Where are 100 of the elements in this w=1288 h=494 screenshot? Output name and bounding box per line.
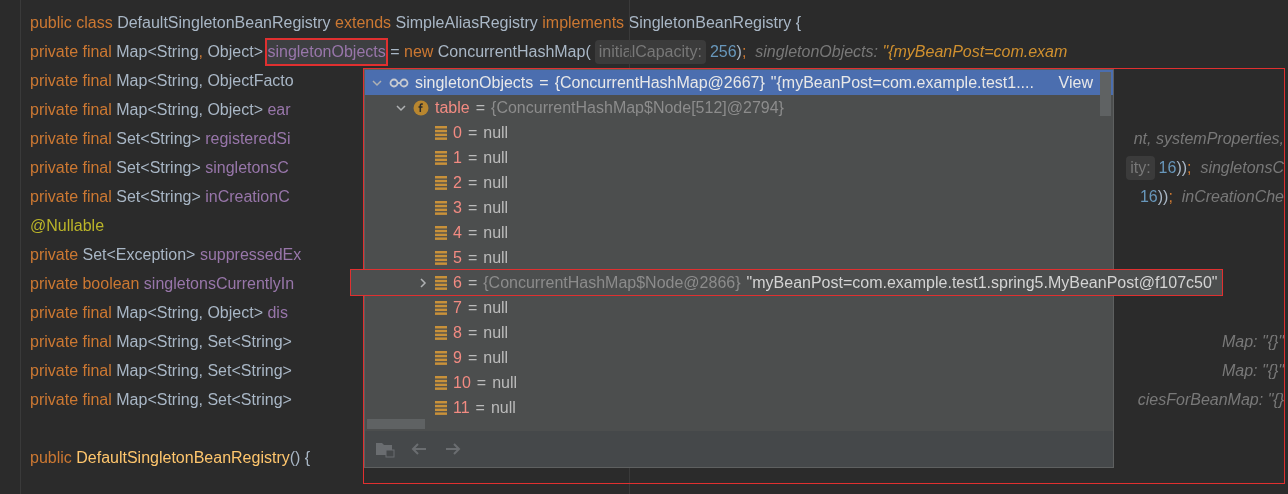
inline-value: "{myBeanPost=com.exam [882,41,1068,62]
array-element-icon [435,375,447,390]
tree-row[interactable]: 11 = null [365,395,1113,420]
equals-sign: = [475,397,485,418]
code-token: Map<String, ObjectFacto [116,70,294,91]
variable-value: null [483,247,509,268]
equals-sign: = [467,147,478,168]
code-token: 256 [709,41,737,62]
code-token: ; [741,41,748,62]
variable-name: 6 [453,272,462,293]
variable-name: 4 [453,222,462,243]
scrollbar-thumb[interactable] [1100,72,1111,116]
code-token: DefaultSingletonBeanRegistry [76,447,290,468]
equals-sign: = [467,172,478,193]
code-token: private final [30,128,113,149]
array-element-icon [435,275,447,290]
tree-row[interactable]: 2 = null [365,170,1113,195]
variable-name: 3 [453,197,462,218]
code-token: private final [30,99,113,120]
variable-value: null [490,397,516,418]
array-element-icon [435,175,447,190]
inline-value: ciesForBeanMap: "{} [1137,389,1284,410]
code-token: Set<String> [116,157,202,178]
equals-sign: = [476,372,487,393]
code-token: Map<String [116,41,199,62]
inline-value: Map: "{}" [1221,331,1284,352]
variable-value: null [483,222,509,243]
code-token: private final [30,157,113,178]
tree-row[interactable]: singletonObjects = {ConcurrentHashMap@2667} "{myBeanPost=com.example.test1.... View [365,70,1113,95]
code-token: SimpleAliasRegistry [395,12,539,33]
array-element-icon [435,350,447,365]
tree-row[interactable]: 3 = null [365,195,1113,220]
code-token: DefaultSingletonBeanRegistry [117,12,332,33]
highlighted-variable: singletonObjects [267,39,386,64]
code-token: private final [30,70,113,91]
tree-row[interactable]: 1 = null [365,145,1113,170]
code-token: private final [30,360,113,381]
equals-sign: = [467,197,478,218]
code-token: @Nullable [30,215,105,236]
inline-value: inCreationChe [1181,186,1284,207]
code-token: )) [1157,186,1169,207]
variable-name: singletonObjects [415,72,534,93]
variable-name: 7 [453,297,462,318]
inline-value: singletonsC [1200,157,1284,178]
code-token: suppressedEx [199,244,302,265]
tree-row[interactable]: 7 = null [365,295,1113,320]
tree-row[interactable]: table = {ConcurrentHashMap$Node[512]@2794} [365,95,1113,120]
variable-value: null [483,172,509,193]
code-token: singletonsCurrentlyIn [143,273,295,294]
code-token: ; [1168,186,1174,207]
variable-value: null [483,347,509,368]
tree-row[interactable]: 4 = null [365,220,1113,245]
chevron-right-icon[interactable] [417,276,429,289]
code-token: Set<String> [116,186,202,207]
code-token: public class [30,12,114,33]
code-token: public [30,447,73,468]
tree-row[interactable]: 6 = {ConcurrentHashMap$Node@2866} "myBeanPost=com.example.test1.spring5.MyBeanPost@f107c50" [351,270,1222,295]
equals-sign: = [467,222,478,243]
variable-name: 10 [453,372,471,393]
array-element-icon [435,125,447,140]
code-token: Object> [207,41,264,62]
array-element-icon [435,225,447,240]
array-element-icon [435,400,447,415]
string-value: "myBeanPost=com.example.test1.spring5.MyBeanPost@f107c50" [746,272,1218,293]
equals-sign: = [467,297,478,318]
variable-value: null [483,322,509,343]
variable-value: null [483,297,509,318]
code-token: 16 [1158,157,1177,178]
equals-sign: = [467,122,478,143]
view-link[interactable]: View [1058,70,1093,95]
code-token: , [198,41,204,62]
code-token: inCreationC [205,186,290,207]
variable-name: 9 [453,347,462,368]
tree-row[interactable]: 9 = null [365,345,1113,370]
code-token: Map<String, Set<String> [116,331,292,352]
code-token: singletonsC [205,157,289,178]
variable-value: null [483,147,509,168]
code-token: = [389,41,401,62]
code-token: private final [30,302,113,323]
code-token: registeredSi [205,128,291,149]
equals-sign: = [467,322,478,343]
code-token: new [404,41,435,62]
code-token: Set<Exception> [82,244,197,265]
code-token: ; [1187,157,1193,178]
equals-sign: = [467,347,478,368]
inline-value: singletonObjects: [755,41,879,62]
tree-row[interactable]: 0 = null [365,120,1113,145]
code-token: implements [542,12,626,33]
tree-row[interactable]: 10 = null [365,370,1113,395]
code-token: 16 [1139,186,1158,207]
tree-row[interactable]: 5 = null [365,245,1113,270]
glasses-icon [389,77,409,88]
code-token: )) [1176,157,1188,178]
variable-name: 2 [453,172,462,193]
code-token: private boolean [30,273,141,294]
tree-row[interactable]: 8 = null [365,320,1113,345]
code-token: private final [30,331,113,352]
equals-sign: = [467,272,478,293]
code-token: Map<String, Set<String> [116,389,292,410]
variable-value: null [483,122,509,143]
